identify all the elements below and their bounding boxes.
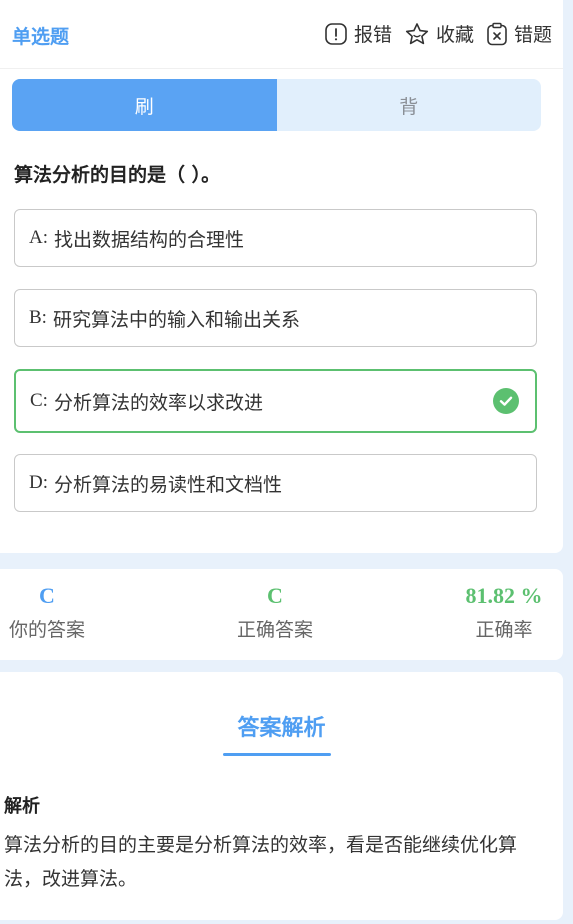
accuracy-stat: 81.82 % 正确率 — [448, 583, 560, 642]
analysis-title-underline — [223, 753, 331, 756]
mode-switch: 刷 背 — [12, 79, 541, 131]
clipboard-x-icon — [487, 22, 507, 45]
your-answer-stat: C 你的答案 — [0, 583, 94, 642]
question-card: 单选题 报错 收藏 错题 刷 背 算法分析的目的是（ ）。 A: 找出数据结构的… — [0, 0, 563, 553]
report-error-label: 报错 — [353, 24, 392, 46]
accuracy-label: 正确率 — [475, 619, 533, 641]
wrong-questions-label: 错题 — [513, 24, 552, 46]
analysis-card: 答案解析 解析 算法分析的目的主要是分析算法的效率，看是否能继续优化算法，改进算… — [0, 672, 563, 920]
your-answer-label: 你的答案 — [8, 619, 85, 641]
accuracy-value: 81.82 % — [465, 583, 543, 608]
option-c[interactable]: C: 分析算法的效率以求改进 — [14, 369, 537, 433]
exclamation-icon — [325, 22, 347, 45]
report-error-button[interactable]: 报错 — [324, 20, 392, 47]
star-icon — [405, 22, 429, 44]
option-text: 找出数据结构的合理性 — [54, 228, 245, 251]
correct-answer-value: C — [267, 583, 283, 608]
tab-memorize[interactable]: 背 — [276, 79, 541, 131]
option-d[interactable]: D: 分析算法的易读性和文档性 — [14, 454, 537, 512]
option-text: 分析算法的效率以求改进 — [53, 391, 263, 414]
analysis-title: 答案解析 — [237, 716, 326, 741]
favorite-button[interactable]: 收藏 — [404, 20, 474, 47]
header-actions: 报错 收藏 错题 — [312, 20, 552, 47]
option-text: 分析算法的易读性和文档性 — [54, 473, 283, 496]
check-circle-icon — [493, 388, 519, 414]
option-text: 研究算法中的输入和输出关系 — [52, 308, 300, 331]
analysis-heading: 解析 — [4, 796, 40, 817]
option-letter: B: — [29, 307, 47, 328]
question-header: 单选题 报错 收藏 错题 — [0, 0, 563, 69]
favorite-label: 收藏 — [435, 24, 474, 46]
option-letter: C: — [30, 390, 48, 411]
tab-practice[interactable]: 刷 — [12, 79, 277, 131]
option-letter: D: — [29, 472, 48, 493]
option-letter: A: — [29, 227, 48, 248]
question-text: 算法分析的目的是（ ）。 — [14, 164, 221, 186]
option-a[interactable]: A: 找出数据结构的合理性 — [14, 209, 537, 267]
wrong-questions-button[interactable]: 错题 — [486, 20, 552, 47]
your-answer-value: C — [39, 583, 55, 608]
option-b[interactable]: B: 研究算法中的输入和输出关系 — [14, 289, 537, 347]
stats-card: C 你的答案 C 正确答案 81.82 % 正确率 — [0, 569, 563, 660]
analysis-body: 算法分析的目的主要是分析算法的效率，看是否能继续优化算法，改进算法。 — [4, 834, 518, 890]
correct-answer-stat: C 正确答案 — [220, 583, 330, 642]
correct-answer-label: 正确答案 — [236, 619, 313, 641]
question-type-label: 单选题 — [12, 26, 70, 48]
